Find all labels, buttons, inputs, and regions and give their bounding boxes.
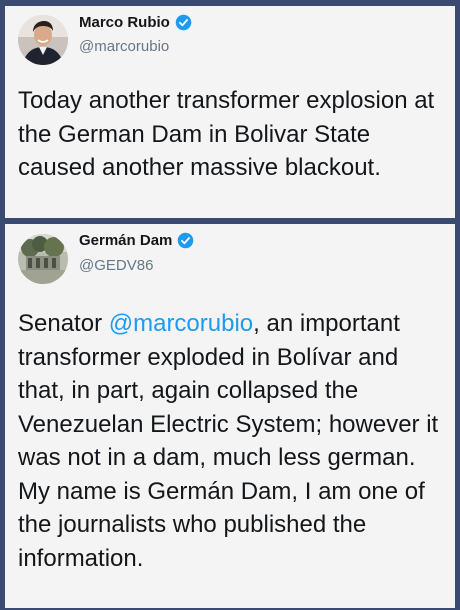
avatar[interactable] — [18, 15, 68, 65]
mention-link[interactable]: @marcorubio — [109, 310, 253, 337]
author-name-row: Germán Dam — [79, 232, 194, 249]
author-handle[interactable]: @GEDV86 — [79, 257, 153, 274]
author-display-name[interactable]: Marco Rubio — [79, 14, 170, 31]
tweet-card-rubio[interactable]: Marco Rubio @marcorubio Today another tr… — [5, 6, 455, 218]
tweet-text-second-paragraph: My name is Germán Dam, I am one of the j… — [18, 477, 425, 572]
author-display-name[interactable]: Germán Dam — [79, 232, 172, 249]
verified-badge-icon — [175, 14, 192, 31]
tweet-card-german-dam[interactable]: Germán Dam @GEDV86 Senator @marcorubio, … — [5, 224, 455, 608]
avatar[interactable] — [18, 234, 68, 284]
tweet-text: Senator @marcorubio, an important transf… — [18, 307, 445, 575]
person-photo-avatar-icon — [18, 15, 68, 65]
verified-badge-icon — [177, 232, 194, 249]
author-name-row: Marco Rubio — [79, 14, 192, 31]
landscape-photo-avatar-icon — [18, 234, 68, 284]
tweet-text: Today another transformer explosion at t… — [18, 87, 435, 181]
tweet-text-prefix: Senator — [18, 310, 109, 337]
author-handle[interactable]: @marcorubio — [79, 38, 169, 55]
